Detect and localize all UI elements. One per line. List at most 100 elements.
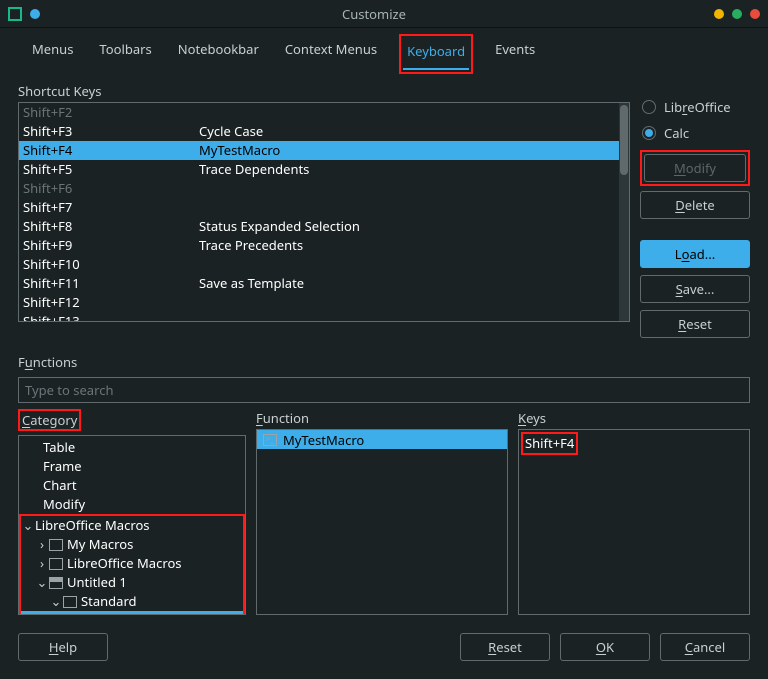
- tab-menus[interactable]: Menus: [28, 34, 77, 74]
- shortcut-function: Trace Precedents: [199, 236, 619, 255]
- shortcut-key: Shift+F4: [23, 141, 199, 160]
- document-icon: [49, 577, 63, 589]
- chevron-down-icon: ⌄: [49, 592, 63, 611]
- shortcut-row[interactable]: Shift+F5Trace Dependents: [19, 160, 619, 179]
- shortcut-row[interactable]: Shift+F2: [19, 103, 619, 122]
- radio-label: LibreOffice: [664, 98, 731, 116]
- category-tree[interactable]: TableFrameChartModify ⌄ LibreOffice Macr…: [18, 435, 246, 615]
- shortcut-key: Shift+F6: [23, 179, 199, 198]
- reset-button[interactable]: Reset: [640, 310, 750, 338]
- shortcut-function: [199, 255, 619, 274]
- tree-row[interactable]: Modify: [19, 495, 245, 514]
- function-label: Function: [256, 409, 508, 427]
- tree-row[interactable]: ⌄ Untitled 1: [21, 573, 243, 592]
- shortcut-key: Shift+F13: [23, 312, 199, 321]
- shortcut-row[interactable]: Shift+F11Save as Template: [19, 274, 619, 293]
- shortcut-function: [199, 179, 619, 198]
- shortcut-row[interactable]: Shift+F10: [19, 255, 619, 274]
- tree-label: My Macros: [67, 535, 133, 554]
- macro-library-icon: [49, 539, 63, 551]
- shortcut-function: [199, 103, 619, 122]
- shortcut-row[interactable]: Shift+F8Status Expanded Selection: [19, 217, 619, 236]
- dialog-footer: Help Reset OK Cancel: [0, 615, 768, 679]
- tree-label: Module1: [95, 611, 149, 615]
- shortcut-key: Shift+F3: [23, 122, 199, 141]
- shortcut-keys-label: Shortcut Keys: [18, 82, 630, 100]
- tree-label: LibreOffice Macros: [35, 516, 150, 535]
- tree-label: Standard: [81, 592, 137, 611]
- shortcut-row[interactable]: Shift+F4MyTestMacro: [19, 141, 619, 160]
- category-label: Category: [18, 409, 81, 431]
- tab-toolbars[interactable]: Toolbars: [95, 34, 155, 74]
- library-icon: [63, 596, 77, 608]
- minimize-icon[interactable]: [714, 9, 724, 19]
- tab-bar: Menus Toolbars Notebookbar Context Menus…: [0, 28, 768, 74]
- radio-label: Calc: [664, 124, 689, 142]
- function-item[interactable]: MyTestMacro: [257, 430, 507, 449]
- tree-row[interactable]: ⌄ LibreOffice Macros: [21, 516, 243, 535]
- functions-label: Functions: [18, 353, 750, 371]
- tree-row[interactable]: › My Macros: [21, 535, 243, 554]
- tree-row-selected[interactable]: Module1: [21, 611, 243, 615]
- chevron-down-icon: ⌄: [21, 516, 35, 535]
- tab-notebookbar[interactable]: Notebookbar: [174, 34, 263, 74]
- save-button[interactable]: Save...: [640, 275, 750, 303]
- titlebar: Customize: [0, 0, 768, 28]
- keys-list[interactable]: Shift+F4: [518, 429, 750, 615]
- keys-label: Keys: [518, 409, 750, 427]
- tree-row[interactable]: Frame: [19, 457, 245, 476]
- menu-dot: [30, 9, 40, 19]
- cancel-button[interactable]: Cancel: [660, 633, 750, 661]
- shortcut-row[interactable]: Shift+F12: [19, 293, 619, 312]
- shortcut-function: Cycle Case: [199, 122, 619, 141]
- shortcut-function: Status Expanded Selection: [199, 217, 619, 236]
- shortcut-row[interactable]: Shift+F3Cycle Case: [19, 122, 619, 141]
- search-input[interactable]: [18, 377, 750, 403]
- tab-context-menus[interactable]: Context Menus: [281, 34, 381, 74]
- shortcut-row[interactable]: Shift+F9Trace Precedents: [19, 236, 619, 255]
- shortcut-key: Shift+F9: [23, 236, 199, 255]
- shortcut-row[interactable]: Shift+F13: [19, 312, 619, 321]
- shortcut-key: Shift+F12: [23, 293, 199, 312]
- shortcut-key: Shift+F7: [23, 198, 199, 217]
- reset-bottom-button[interactable]: Reset: [460, 633, 550, 661]
- delete-button[interactable]: Delete: [640, 191, 750, 219]
- shortcut-function: MyTestMacro: [199, 141, 619, 160]
- shortcut-function: Trace Dependents: [199, 160, 619, 179]
- chevron-right-icon: ›: [35, 554, 49, 573]
- tree-row[interactable]: › LibreOffice Macros: [21, 554, 243, 573]
- shortcut-keys-list[interactable]: Shift+F2Shift+F3Cycle CaseShift+F4MyTest…: [18, 102, 630, 322]
- module-icon: [77, 615, 91, 616]
- key-item[interactable]: Shift+F4: [525, 434, 574, 452]
- chevron-right-icon: ›: [35, 535, 49, 554]
- tree-row[interactable]: ⌄ Standard: [21, 592, 243, 611]
- scope-libreoffice-radio[interactable]: LibreOffice: [640, 98, 750, 116]
- help-button[interactable]: Help: [18, 633, 108, 661]
- macro-library-icon: [49, 558, 63, 570]
- modify-button[interactable]: Modify: [644, 154, 746, 182]
- tab-events[interactable]: Events: [491, 34, 539, 74]
- macro-icon: [263, 434, 277, 446]
- close-icon[interactable]: [750, 9, 760, 19]
- shortcut-row[interactable]: Shift+F6: [19, 179, 619, 198]
- ok-button[interactable]: OK: [560, 633, 650, 661]
- shortcut-key: Shift+F11: [23, 274, 199, 293]
- shortcut-key: Shift+F10: [23, 255, 199, 274]
- scope-calc-radio[interactable]: Calc: [640, 124, 750, 142]
- tab-keyboard[interactable]: Keyboard: [403, 36, 469, 70]
- function-list[interactable]: MyTestMacro: [256, 429, 508, 615]
- shortcut-function: [199, 198, 619, 217]
- tree-label: LibreOffice Macros: [67, 554, 182, 573]
- tree-row[interactable]: Chart: [19, 476, 245, 495]
- radio-icon: [642, 100, 656, 114]
- shortcut-function: [199, 293, 619, 312]
- tree-label: Untitled 1: [67, 573, 127, 592]
- shortcut-row[interactable]: Shift+F7: [19, 198, 619, 217]
- load-button[interactable]: Load...: [640, 240, 750, 268]
- window-title: Customize: [48, 5, 700, 23]
- maximize-icon[interactable]: [732, 9, 742, 19]
- tree-row[interactable]: Table: [19, 438, 245, 457]
- radio-icon: [642, 126, 656, 140]
- function-name: MyTestMacro: [283, 431, 364, 449]
- scrollbar[interactable]: [619, 103, 629, 321]
